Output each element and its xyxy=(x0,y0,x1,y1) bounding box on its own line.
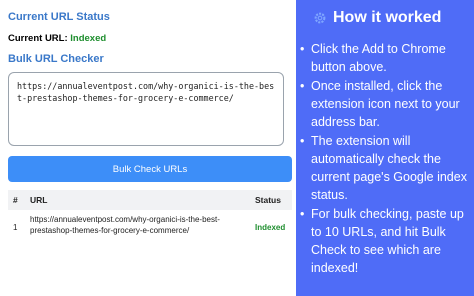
gear-icon xyxy=(314,12,326,24)
how-it-worked-title: How it worked xyxy=(333,9,442,26)
current-url-status: Indexed xyxy=(70,33,107,44)
list-item: • The extension will automatically check … xyxy=(300,134,467,202)
results-table-header: # URL Status xyxy=(8,190,292,210)
row-num: 1 xyxy=(13,223,18,232)
table-row: 1 https://annualeventpost.com/why-organi… xyxy=(8,212,292,244)
url-textarea[interactable]: https://annualeventpost.com/why-organici… xyxy=(8,72,284,146)
popup-panel: Current URL Status Current URL: Indexed … xyxy=(0,0,296,296)
header-status: Status xyxy=(255,195,281,205)
current-url-label: Current URL: xyxy=(8,33,68,44)
list-item: • Once installed, click the extension ico… xyxy=(300,79,460,129)
header-url: URL xyxy=(30,195,48,205)
row-status: Indexed xyxy=(255,223,286,232)
current-url-line: Current URL: Indexed xyxy=(8,33,106,44)
row-url: https://annualeventpost.com/why-organici… xyxy=(30,215,220,235)
bulk-checker-title: Bulk URL Checker xyxy=(8,53,104,65)
list-item: • Click the Add to Chrome button above. xyxy=(300,42,446,74)
current-url-title: Current URL Status xyxy=(8,11,110,23)
header-num: # xyxy=(13,195,18,205)
instructions-list: • Click the Add to Chrome button above. •… xyxy=(300,40,472,278)
how-it-worked-header: How it worked xyxy=(313,9,441,27)
list-item: • For bulk checking, paste up to 10 URLs,… xyxy=(300,207,464,275)
how-it-worked-panel: How it worked • Click the Add to Chrome b… xyxy=(296,0,474,296)
bulk-check-button[interactable]: Bulk Check URLs xyxy=(8,156,292,182)
